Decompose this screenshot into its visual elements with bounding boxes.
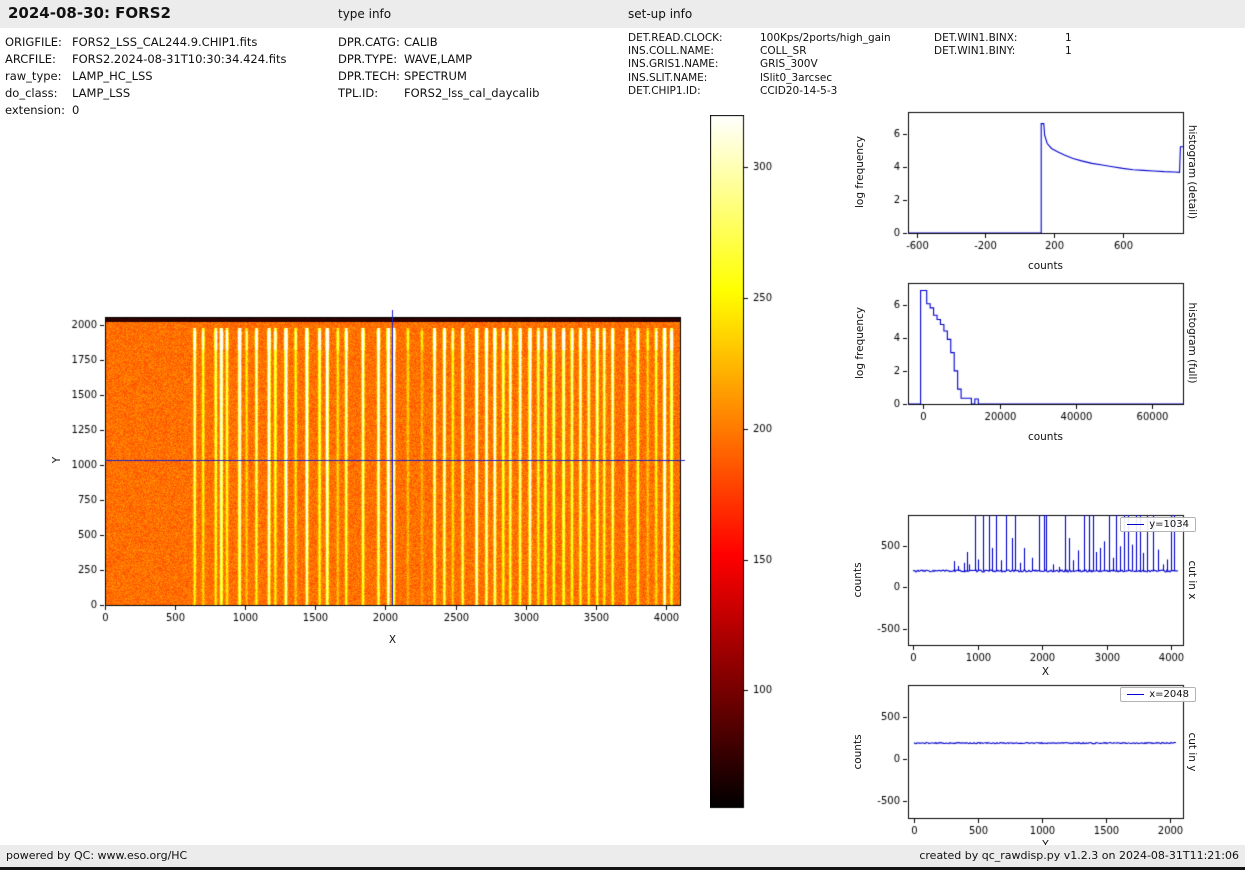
field-label: ORIGFILE: [5, 35, 62, 49]
win-info-row: DET.WIN1.BINY: 1 [934, 45, 1072, 58]
hist-full-y-label: log frequency [854, 306, 866, 380]
footer-created-by: created by qc_rawdisp.py v1.2.3 on 2024-… [919, 849, 1239, 862]
file-info-row: ARCFILE: FORS2.2024-08-31T10:30:34.424.fi… [5, 51, 286, 68]
field-label: raw_type: [5, 69, 62, 83]
cut-y-legend-label: x=2048 [1149, 689, 1189, 700]
file-info-row: extension: 0 [5, 102, 286, 119]
setup-info-row: INS.SLIT.NAME: lSlit0_3arcsec [628, 72, 891, 85]
field-value: 0 [72, 103, 80, 117]
setup-info-row: DET.READ.CLOCK: 100Kps/2ports/high_gain [628, 32, 891, 45]
colorbar [710, 115, 800, 815]
type-info-heading: type info [338, 7, 392, 21]
cut-x-legend: y=1034 [1120, 517, 1196, 532]
field-value: CCID20-14-5-3 [760, 84, 838, 97]
footer-bar: powered by QC: www.eso.org/HC created by… [0, 845, 1245, 867]
histogram-full-plot: log frequency counts histogram (full) [850, 271, 1210, 451]
cut-in-x-plot: counts X cut in x y=1034 [850, 503, 1210, 685]
qc-report-page: 2024-08-30: FORS2 type info set-up info … [0, 0, 1245, 870]
field-label: DPR.TECH: [338, 69, 400, 83]
type-info-row: TPL.ID: FORS2_lss_cal_daycalib [338, 85, 539, 102]
field-value: 1 [1065, 32, 1072, 44]
raw-x-axis-label: X [388, 634, 397, 646]
hist-full-x-label: counts [1027, 431, 1064, 443]
field-label: INS.COLL.NAME: [628, 45, 714, 58]
field-value: COLL_SR [760, 45, 807, 58]
field-value: LAMP_HC_LSS [72, 69, 153, 83]
raw-image-plot: Y X [45, 307, 725, 657]
hist-detail-side-label: histogram (detail) [1186, 124, 1198, 220]
file-info-block: ORIGFILE: FORS2_LSS_CAL244.9.CHIP1.fits A… [5, 34, 286, 119]
histogram-detail-canvas [850, 100, 1195, 275]
detector-window-block: DET.WIN1.BINX: 1 DET.WIN1.BINY: 1 [934, 32, 1072, 58]
field-label: DET.WIN1.BINX: [934, 32, 1018, 44]
field-label: DPR.TYPE: [338, 52, 398, 66]
field-value: CALIB [404, 35, 438, 49]
cut-x-y-label: counts [852, 562, 864, 598]
field-value: GRIS_300V [760, 58, 818, 71]
file-info-row: ORIGFILE: FORS2_LSS_CAL244.9.CHIP1.fits [5, 34, 286, 51]
field-value: 100Kps/2ports/high_gain [760, 32, 891, 44]
legend-line-swatch [1127, 694, 1145, 695]
field-label: ARCFILE: [5, 52, 56, 66]
field-value: FORS2_LSS_CAL244.9.CHIP1.fits [72, 35, 258, 49]
field-label: DPR.CATG: [338, 35, 400, 49]
cut-in-y-plot: counts Y cut in y x=2048 [850, 673, 1210, 859]
raw-y-axis-label: Y [51, 456, 63, 464]
header-bar: 2024-08-30: FORS2 type info set-up info [0, 0, 1245, 28]
cut-y-legend: x=2048 [1120, 687, 1196, 702]
histogram-detail-plot: log frequency counts histogram (detail) [850, 100, 1210, 280]
cut-x-side-label: cut in x [1186, 560, 1198, 600]
page-title: 2024-08-30: FORS2 [8, 4, 171, 22]
cut-y-side-label: cut in y [1186, 732, 1198, 772]
footer-qc-link[interactable]: powered by QC: www.eso.org/HC [6, 849, 187, 862]
cut-x-legend-label: y=1034 [1149, 519, 1189, 530]
field-value: LAMP_LSS [72, 86, 131, 100]
setup-info-row: INS.COLL.NAME: COLL_SR [628, 45, 891, 58]
field-value: 1 [1065, 45, 1072, 58]
field-label: extension: [5, 103, 65, 117]
field-label: TPL.ID: [338, 86, 379, 100]
cut-y-y-label: counts [852, 734, 864, 770]
field-label: DET.READ.CLOCK: [628, 32, 723, 44]
colorbar-canvas [710, 115, 800, 815]
raw-image-canvas [45, 307, 695, 652]
setup-info-row: INS.GRIS1.NAME: GRIS_300V [628, 58, 891, 71]
field-label: DET.CHIP1.ID: [628, 84, 701, 97]
setup-info-heading: set-up info [628, 7, 693, 21]
histogram-full-canvas [850, 271, 1195, 446]
win-info-row: DET.WIN1.BINX: 1 [934, 32, 1072, 45]
legend-line-swatch [1127, 524, 1145, 525]
field-label: do_class: [5, 86, 58, 100]
field-value: lSlit0_3arcsec [760, 71, 833, 84]
type-info-row: DPR.CATG: CALIB [338, 34, 539, 51]
type-info-row: DPR.TYPE: WAVE,LAMP [338, 51, 539, 68]
field-value: WAVE,LAMP [404, 52, 473, 66]
field-value: FORS2.2024-08-31T10:30:34.424.fits [72, 52, 287, 66]
field-value: SPECTRUM [404, 69, 467, 83]
setup-info-row: DET.CHIP1.ID: CCID20-14-5-3 [628, 85, 891, 98]
field-value: FORS2_lss_cal_daycalib [404, 86, 540, 100]
field-label: DET.WIN1.BINY: [934, 45, 1016, 58]
hist-full-side-label: histogram (full) [1186, 302, 1198, 384]
hist-detail-y-label: log frequency [854, 135, 866, 209]
type-info-block: DPR.CATG: CALIB DPR.TYPE: WAVE,LAMP DPR.TE… [338, 34, 539, 102]
setup-info-block: DET.READ.CLOCK: 100Kps/2ports/high_gain I… [628, 32, 891, 98]
file-info-row: raw_type: LAMP_HC_LSS [5, 68, 286, 85]
file-info-row: do_class: LAMP_LSS [5, 85, 286, 102]
field-label: INS.GRIS1.NAME: [628, 58, 719, 71]
type-info-row: DPR.TECH: SPECTRUM [338, 68, 539, 85]
field-label: INS.SLIT.NAME: [628, 71, 708, 84]
